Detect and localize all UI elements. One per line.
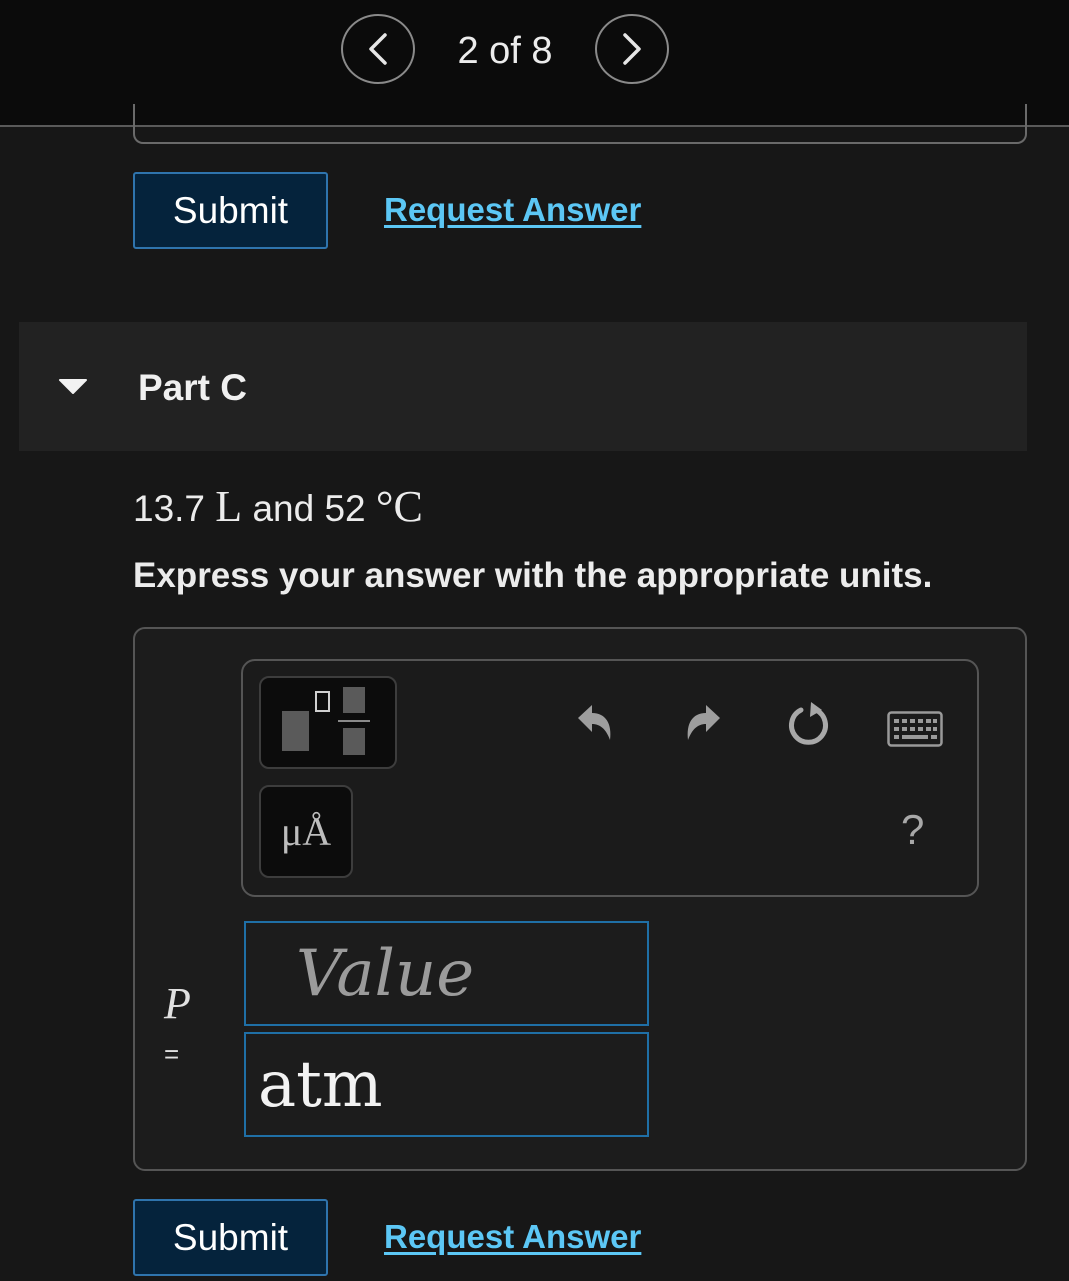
chevron-left-icon [369,33,387,65]
temperature-value: 52 [324,488,366,529]
temperature-unit: °C [375,482,423,531]
equals-sign: = [164,1039,180,1069]
page-indicator: 2 of 8 [457,30,553,72]
units-input[interactable]: atm [244,1032,649,1137]
previous-answer-box [133,104,1027,144]
previous-request-answer-link[interactable]: Request Answer [384,191,641,229]
templates-icon [282,687,370,755]
next-button[interactable] [595,14,669,84]
reset-icon[interactable] [785,700,833,750]
templates-button[interactable] [259,676,397,769]
redo-icon[interactable] [682,700,724,744]
units-button[interactable]: μÅ [259,785,353,878]
problem-and: and [252,488,315,529]
volume-value: 13.7 [133,488,206,529]
request-answer-link[interactable]: Request Answer [384,1218,641,1256]
previous-submit-button[interactable]: Submit [133,172,328,249]
submit-button[interactable]: Submit [133,1199,328,1276]
keyboard-icon[interactable] [887,711,943,747]
value-input[interactable]: Value [244,921,649,1026]
volume-unit: L [215,482,243,531]
part-title: Part C [138,367,247,408]
variable-label: P [164,979,191,1028]
undo-icon[interactable] [574,700,616,744]
help-button[interactable]: ? [901,806,924,854]
instruction-text: Express your answer with the appropriate… [133,556,933,595]
chevron-right-icon [623,33,641,65]
caret-down-icon[interactable] [58,377,88,395]
problem-statement: 13.7 L and 52 °C [133,481,423,532]
previous-button[interactable] [341,14,415,84]
